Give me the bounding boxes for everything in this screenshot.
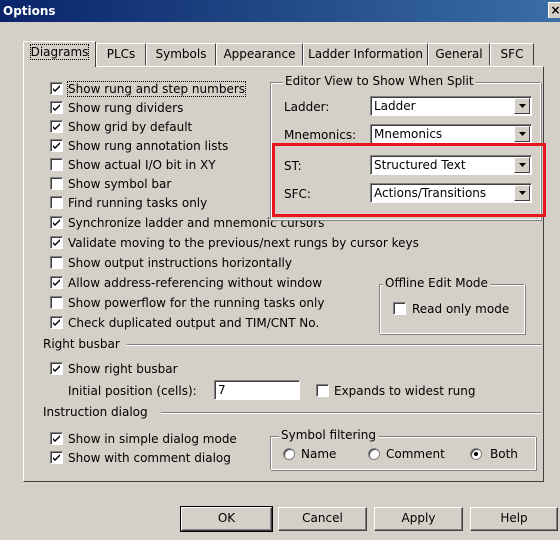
window-title: Options	[3, 4, 56, 18]
tab-ladder-information[interactable]: Ladder Information	[303, 43, 428, 65]
tab-sfc[interactable]: SFC	[490, 43, 534, 65]
tab-label: General	[435, 47, 483, 61]
tab-label: SFC	[500, 47, 524, 61]
ok-button[interactable]: OK	[180, 506, 273, 532]
tab-label: Ladder Information	[308, 47, 423, 61]
close-icon[interactable]: ×	[548, 2, 560, 18]
tab-appearance[interactable]: Appearance	[216, 43, 303, 65]
tab-label: Symbols	[155, 47, 207, 61]
tab-symbols[interactable]: Symbols	[146, 43, 216, 65]
tab-label: Appearance	[223, 47, 296, 61]
cancel-button[interactable]: Cancel	[278, 507, 367, 531]
diagrams-tab-panel	[23, 66, 544, 482]
tab-label: PLCs	[106, 47, 136, 61]
tab-diagrams[interactable]: Diagrams	[23, 41, 96, 67]
apply-button[interactable]: Apply	[374, 507, 463, 531]
tab-plcs[interactable]: PLCs	[96, 43, 146, 65]
help-button[interactable]: Help	[470, 507, 558, 531]
title-bar: Options ×	[0, 0, 560, 22]
options-dialog: Options × Diagrams PLCs Symbols Appearan…	[0, 0, 560, 540]
tab-general[interactable]: General	[428, 43, 490, 65]
tab-label: Diagrams	[29, 44, 90, 60]
